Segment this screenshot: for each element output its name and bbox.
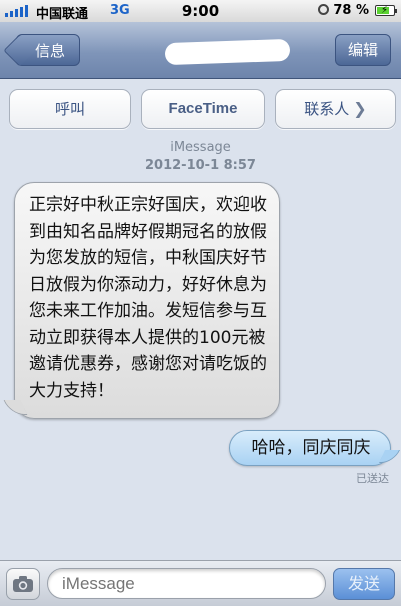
send-button[interactable]: 发送 <box>333 568 395 600</box>
navigation-bar: 信息 编辑 <box>0 22 401 79</box>
contact-button[interactable]: 联系人 ❯ <box>275 89 396 129</box>
back-button[interactable]: 信息 <box>16 34 81 66</box>
contact-actions: 呼叫 FaceTime 联系人 ❯ <box>0 79 401 139</box>
facetime-button[interactable]: FaceTime <box>141 89 265 129</box>
contact-button-label: 联系人 <box>304 100 350 118</box>
outgoing-message-bubble[interactable]: 哈哈，同庆同庆 <box>229 430 391 466</box>
message-input-bar: 发送 <box>0 560 401 606</box>
back-button-label: 信息 <box>35 42 66 60</box>
battery-icon: ⚡ <box>375 5 397 16</box>
message-timestamp: 2012-10-1 8:57 <box>145 158 256 173</box>
incoming-message-bubble[interactable]: 正宗好中秋正宗好国庆，欢迎收到由知名品牌好假期冠名的放假为您发放的短信，中秋国庆… <box>14 182 280 419</box>
edit-button[interactable]: 编辑 <box>335 34 391 66</box>
camera-icon <box>13 576 33 592</box>
outgoing-message-text: 哈哈，同庆同庆 <box>251 438 371 458</box>
battery-percent: 78 % <box>333 3 369 18</box>
clock-icon <box>318 4 329 15</box>
call-button[interactable]: 呼叫 <box>9 89 131 129</box>
service-label: iMessage <box>170 140 231 155</box>
delivered-status: 已送达 <box>356 472 389 485</box>
message-input[interactable] <box>47 568 326 599</box>
chevron-right-icon: ❯ <box>353 99 367 118</box>
camera-button[interactable] <box>6 568 40 600</box>
redacted-contact-title <box>164 38 291 66</box>
incoming-message-text: 正宗好中秋正宗好国庆，欢迎收到由知名品牌好假期冠名的放假为您发放的短信，中秋国庆… <box>29 195 267 401</box>
status-bar: 中国联通 3G 9:00 78 % ⚡ <box>0 0 401 23</box>
